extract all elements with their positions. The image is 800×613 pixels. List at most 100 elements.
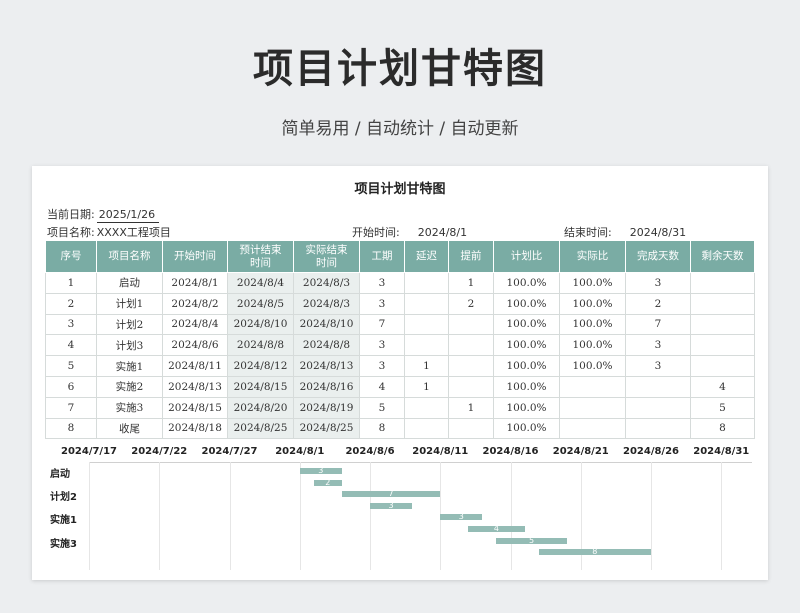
table-cell[interactable]: 2024/8/8 bbox=[293, 334, 360, 357]
table-cell[interactable]: 2024/8/4 bbox=[162, 313, 228, 336]
end-time-value[interactable]: 2024/8/31 bbox=[630, 226, 686, 239]
table-cell[interactable]: 2024/8/25 bbox=[293, 417, 360, 440]
table-cell[interactable] bbox=[690, 313, 755, 336]
table-cell[interactable]: 2024/8/4 bbox=[227, 272, 294, 294]
table-cell[interactable]: 5 bbox=[359, 396, 405, 419]
table-cell[interactable]: 2 bbox=[625, 292, 691, 315]
gantt-bar[interactable]: 7 bbox=[341, 491, 441, 498]
table-cell[interactable]: 3 bbox=[359, 272, 405, 294]
table-cell[interactable] bbox=[559, 417, 626, 440]
table-cell[interactable]: 1 bbox=[448, 396, 494, 419]
table-cell[interactable]: 100.0% bbox=[559, 272, 626, 294]
table-cell[interactable]: 1 bbox=[404, 375, 449, 398]
table-cell[interactable]: 100.0% bbox=[493, 313, 560, 336]
table-cell[interactable]: 2024/8/15 bbox=[162, 396, 228, 419]
current-date-value[interactable]: 2025/1/26 bbox=[96, 208, 160, 223]
table-cell[interactable] bbox=[690, 355, 755, 377]
table-cell[interactable] bbox=[690, 272, 755, 294]
table-cell[interactable]: 100.0% bbox=[493, 417, 560, 440]
table-cell[interactable]: 2024/8/20 bbox=[227, 396, 294, 419]
table-cell[interactable]: 100.0% bbox=[559, 355, 626, 377]
table-cell[interactable]: 8 bbox=[690, 417, 755, 440]
table-cell[interactable]: 100.0% bbox=[559, 292, 626, 315]
table-cell[interactable] bbox=[404, 292, 449, 315]
table-cell[interactable]: 2024/8/3 bbox=[293, 272, 360, 294]
table-cell[interactable]: 计划1 bbox=[96, 292, 163, 315]
table-cell[interactable]: 2024/8/13 bbox=[293, 355, 360, 377]
table-cell[interactable]: 2024/8/19 bbox=[293, 396, 360, 419]
table-cell[interactable]: 7 bbox=[45, 396, 97, 419]
table-cell[interactable]: 实施2 bbox=[96, 375, 163, 398]
gantt-bar[interactable]: 5 bbox=[496, 537, 567, 544]
table-cell[interactable]: 4 bbox=[690, 375, 755, 398]
table-cell[interactable]: 2024/8/10 bbox=[227, 313, 294, 336]
table-cell[interactable] bbox=[404, 272, 449, 294]
table-cell[interactable]: 2 bbox=[45, 292, 97, 315]
table-cell[interactable] bbox=[448, 417, 494, 440]
table-cell[interactable] bbox=[404, 417, 449, 440]
table-cell[interactable]: 100.0% bbox=[493, 396, 560, 419]
table-cell[interactable]: 2024/8/13 bbox=[162, 375, 228, 398]
table-cell[interactable] bbox=[448, 334, 494, 357]
table-cell[interactable]: 2024/8/18 bbox=[162, 417, 228, 440]
table-cell[interactable] bbox=[404, 313, 449, 336]
project-name-value[interactable]: XXXX工程项目 bbox=[97, 224, 171, 240]
gantt-bar[interactable]: 4 bbox=[468, 526, 525, 532]
table-cell[interactable]: 3 bbox=[625, 334, 691, 357]
table-cell[interactable]: 2024/8/3 bbox=[293, 292, 360, 315]
gantt-bar[interactable]: 3 bbox=[370, 502, 413, 509]
table-cell[interactable]: 3 bbox=[625, 272, 691, 294]
table-cell[interactable] bbox=[448, 375, 494, 398]
table-cell[interactable]: 5 bbox=[45, 355, 97, 377]
table-cell[interactable]: 1 bbox=[404, 355, 449, 377]
table-cell[interactable]: 8 bbox=[45, 417, 97, 440]
table-cell[interactable]: 2024/8/1 bbox=[162, 272, 228, 294]
table-cell[interactable] bbox=[559, 375, 626, 398]
table-cell[interactable] bbox=[404, 334, 449, 357]
table-cell[interactable]: 8 bbox=[359, 417, 405, 440]
table-cell[interactable]: 3 bbox=[359, 355, 405, 377]
table-cell[interactable] bbox=[625, 375, 691, 398]
table-cell[interactable]: 2024/8/25 bbox=[227, 417, 294, 440]
table-cell[interactable]: 收尾 bbox=[96, 417, 163, 440]
table-cell[interactable] bbox=[404, 396, 449, 419]
table-cell[interactable]: 实施1 bbox=[96, 355, 163, 377]
table-cell[interactable]: 3 bbox=[625, 355, 691, 377]
table-cell[interactable]: 100.0% bbox=[493, 272, 560, 294]
start-time-value[interactable]: 2024/8/1 bbox=[418, 226, 467, 239]
table-cell[interactable]: 3 bbox=[45, 313, 97, 336]
table-cell[interactable]: 100.0% bbox=[559, 313, 626, 336]
table-cell[interactable] bbox=[690, 292, 755, 315]
table-cell[interactable]: 4 bbox=[359, 375, 405, 398]
table-cell[interactable]: 2024/8/10 bbox=[293, 313, 360, 336]
table-cell[interactable]: 100.0% bbox=[559, 334, 626, 357]
table-cell[interactable] bbox=[448, 355, 494, 377]
table-cell[interactable]: 2024/8/8 bbox=[227, 334, 294, 357]
table-cell[interactable]: 2024/8/2 bbox=[162, 292, 228, 315]
table-cell[interactable]: 100.0% bbox=[493, 375, 560, 398]
table-cell[interactable]: 2024/8/16 bbox=[293, 375, 360, 398]
gantt-bar[interactable]: 2 bbox=[313, 479, 342, 486]
table-cell[interactable]: 3 bbox=[359, 334, 405, 357]
table-cell[interactable]: 2 bbox=[448, 292, 494, 315]
table-cell[interactable] bbox=[448, 313, 494, 336]
table-cell[interactable] bbox=[559, 396, 626, 419]
table-cell[interactable]: 2024/8/6 bbox=[162, 334, 228, 357]
table-cell[interactable] bbox=[690, 334, 755, 357]
table-cell[interactable]: 100.0% bbox=[493, 292, 560, 315]
table-cell[interactable]: 5 bbox=[690, 396, 755, 419]
table-cell[interactable]: 2024/8/5 bbox=[227, 292, 294, 315]
table-cell[interactable]: 7 bbox=[625, 313, 691, 336]
table-cell[interactable]: 3 bbox=[359, 292, 405, 315]
table-cell[interactable]: 实施3 bbox=[96, 396, 163, 419]
gantt-bar[interactable]: 3 bbox=[440, 514, 483, 521]
table-cell[interactable]: 4 bbox=[45, 334, 97, 357]
table-cell[interactable]: 2024/8/11 bbox=[162, 355, 228, 377]
table-cell[interactable]: 2024/8/15 bbox=[227, 375, 294, 398]
gantt-bar[interactable]: 8 bbox=[538, 549, 651, 556]
table-cell[interactable]: 7 bbox=[359, 313, 405, 336]
table-cell[interactable] bbox=[625, 396, 691, 419]
table-cell[interactable] bbox=[625, 417, 691, 440]
table-cell[interactable]: 1 bbox=[448, 272, 494, 294]
table-cell[interactable]: 启动 bbox=[96, 272, 163, 294]
